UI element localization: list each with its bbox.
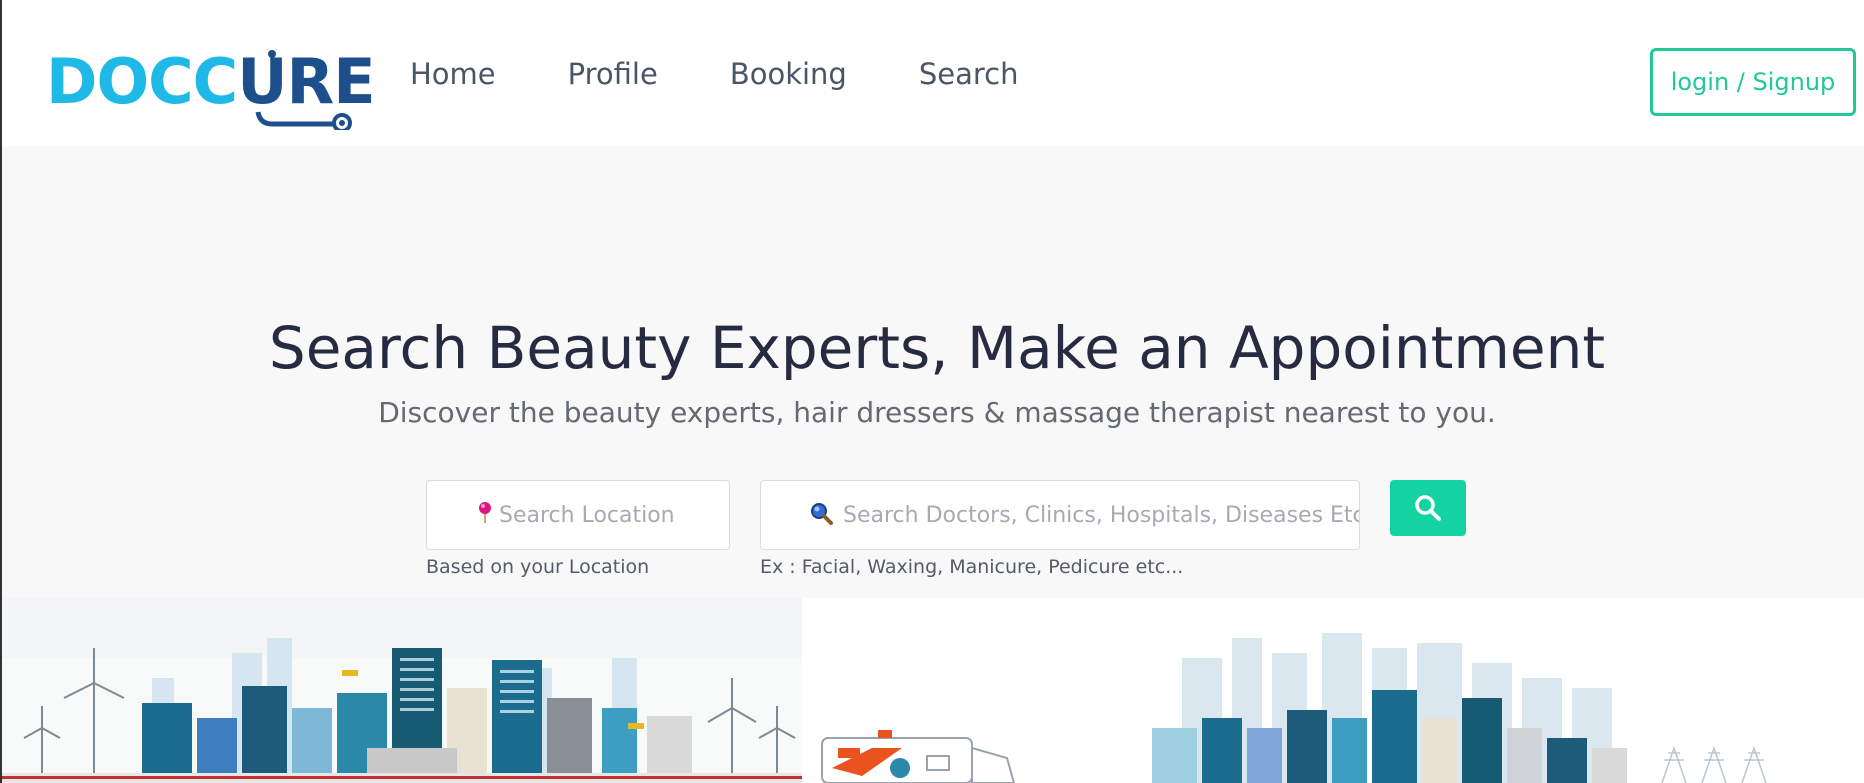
- keyword-search-input[interactable]: [843, 502, 1359, 528]
- city-skyline-illustration: [2, 598, 1864, 783]
- stethoscope-icon: [255, 50, 352, 130]
- hero-section: Search Beauty Experts, Make an Appointme…: [2, 146, 1864, 598]
- login-signup-button[interactable]: login / Signup: [1650, 48, 1856, 116]
- nav-booking[interactable]: Booking: [730, 52, 847, 96]
- doccure-logo[interactable]: DOCCURE: [46, 46, 376, 130]
- location-field[interactable]: [426, 480, 730, 550]
- nav-home[interactable]: Home: [410, 52, 496, 96]
- keyword-search-field[interactable]: [760, 480, 1360, 550]
- map-pin-icon: [477, 501, 493, 529]
- hero-subtitle: Discover the beauty experts, hair dresse…: [378, 396, 1496, 429]
- site-header: DOCCURE Home Profile Booking Search logi…: [2, 0, 1864, 146]
- search-hint: Ex : Facial, Waxing, Manicure, Pedicure …: [760, 556, 1184, 578]
- search-icon: [1415, 495, 1441, 521]
- nav-profile[interactable]: Profile: [568, 52, 658, 96]
- location-hint: Based on your Location: [426, 556, 650, 578]
- search-submit-button[interactable]: [1390, 480, 1466, 536]
- nav-search[interactable]: Search: [919, 52, 1019, 96]
- magnifier-icon: [809, 501, 833, 529]
- hero-title: Search Beauty Experts, Make an Appointme…: [268, 314, 1606, 382]
- main-nav: Home Profile Booking Search: [410, 52, 1090, 96]
- location-input[interactable]: [499, 502, 729, 528]
